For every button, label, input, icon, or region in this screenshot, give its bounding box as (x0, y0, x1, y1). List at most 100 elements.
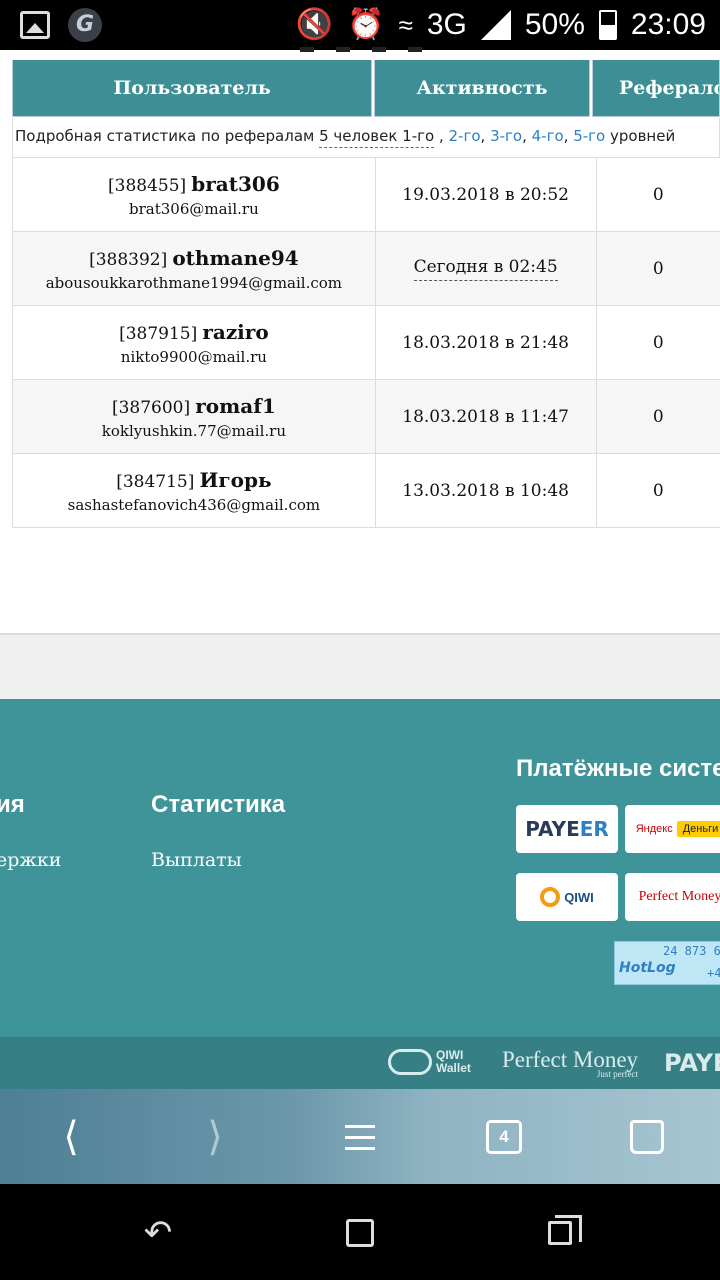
yandex-money-logo[interactable]: Яндекс Деньги (625, 805, 720, 853)
level-3-link[interactable]: 3-го (490, 127, 522, 145)
android-nav-bar: ↶ (0, 1184, 720, 1280)
level-2-link[interactable]: 2-го (449, 127, 481, 145)
footer-payment-systems-heading: Платёжные системы (516, 755, 720, 782)
qiwi-ring-icon (540, 887, 561, 907)
user-email: abousoukkarothmane1994@gmail.com (45, 273, 343, 292)
header-referrals[interactable]: Рефералов (591, 60, 720, 117)
activity-date: 18.03.2018 в 21:48 (402, 332, 569, 353)
stats-prefix: Подробная статистика по рефералам (15, 127, 320, 145)
cut-off-heading (300, 42, 460, 52)
android-recents-icon[interactable] (540, 1215, 582, 1250)
perfect-money-logo[interactable]: Perfect Money (625, 873, 720, 921)
referrals-cell: 0 (595, 306, 720, 379)
referrals-cell: 0 (595, 232, 720, 305)
user-id: [387600] (111, 397, 191, 418)
table-row: [384715] Игорь sashastefanovich436@gmail.… (12, 454, 720, 528)
browser-menu-icon[interactable] (335, 1117, 385, 1157)
user-name[interactable]: romaf1 (195, 394, 276, 418)
user-name[interactable]: othmane94 (172, 246, 298, 270)
browser-home-icon[interactable] (622, 1117, 672, 1157)
user-name[interactable]: raziro (202, 320, 268, 344)
header-activity[interactable]: Активность (374, 60, 590, 117)
user-cell: [388455] brat306 brat306@mail.ru (12, 158, 375, 231)
activity-cell: Сегодня в 02:45 (374, 232, 596, 305)
activity-date: Сегодня в 02:45 (413, 257, 558, 281)
activity-cell: 18.03.2018 в 11:47 (374, 380, 596, 453)
referrals-count: 0 (652, 406, 664, 427)
hotlog-counter[interactable]: 24 873 64 HotLog +4 (614, 941, 720, 985)
referrals-count: 0 (652, 258, 664, 279)
yandex-money-text: Деньги (676, 821, 720, 837)
g-app-notification-icon: G (68, 8, 102, 42)
payeer-logo[interactable]: PAYE ER (516, 805, 618, 853)
qiwi-logo[interactable]: QIWI (516, 873, 618, 921)
signal-icon (480, 10, 511, 40)
user-cell: [388392] othmane94 abousoukkarothmane1994… (12, 232, 375, 305)
user-id: [387915] (119, 323, 198, 344)
user-name[interactable]: brat306 (191, 172, 279, 196)
browser-toolbar: ⟨ ⟩ 4 (0, 1089, 720, 1184)
mute-icon: 🔇 (295, 8, 334, 41)
user-id: [388392] (89, 249, 168, 270)
browser-forward-icon[interactable]: ⟩ (190, 1114, 240, 1160)
qiwi-wallet-text: QIWI Wallet (436, 1048, 471, 1075)
activity-cell: 13.03.2018 в 10:48 (374, 454, 596, 527)
user-email: nikto9900@mail.ru (120, 347, 267, 366)
payeer-bottom-logo: PAYEER (664, 1049, 720, 1077)
user-cell: [387600] romaf1 koklyushkin.77@mail.ru (12, 380, 375, 453)
yandex-text: Яндекс (635, 823, 673, 835)
footer-statistics-heading: Статистика (151, 791, 286, 818)
payeer-text-b: ER (579, 817, 609, 841)
hotlog-count: 24 873 64 (663, 944, 720, 958)
table-row: [387915] raziro nikto9900@mail.ru 18.03.20… (12, 306, 720, 380)
referrals-cell: 0 (595, 454, 720, 527)
activity-date: 18.03.2018 в 11:47 (402, 406, 569, 427)
qiwi-wallet-logo: QIWI Wallet (388, 1049, 471, 1075)
user-id: [384715] (116, 471, 195, 492)
user-cell: [384715] Игорь sashastefanovich436@gmail.… (12, 454, 375, 527)
hotlog-delta: +4 (707, 966, 720, 980)
referrals-cell: 0 (595, 380, 720, 453)
activity-date: 13.03.2018 в 10:48 (402, 480, 569, 501)
perfect-money-bottom-logo: Perfect Money Just perfect (502, 1047, 638, 1079)
gallery-notification-icon (20, 11, 50, 39)
activity-cell: 19.03.2018 в 20:52 (374, 158, 596, 231)
table-row: [388392] othmane94 abousoukkarothmane1994… (12, 232, 720, 306)
referral-table: Пользователь Активность Рефералов Подроб… (12, 60, 720, 528)
qiwi-bubble-icon (388, 1049, 432, 1075)
content-bottom-band (0, 633, 720, 699)
android-back-icon[interactable]: ↶ (138, 1213, 178, 1253)
level-4-link[interactable]: 4-го (532, 127, 564, 145)
network-type: 3G (426, 8, 467, 41)
user-email: koklyushkin.77@mail.ru (101, 421, 286, 440)
qiwi-text: QIWI (564, 889, 594, 905)
footer-support-link[interactable]: ержки (0, 849, 61, 871)
header-user[interactable]: Пользователь (12, 60, 373, 117)
user-id: [388455] (108, 175, 187, 196)
table-row: [387600] romaf1 koklyushkin.77@mail.ru 18.… (12, 380, 720, 454)
level-1-count[interactable]: 5 человек 1-го (319, 127, 435, 148)
user-name[interactable]: Игорь (199, 468, 271, 492)
activity-date: 19.03.2018 в 20:52 (402, 184, 569, 205)
browser-back-icon[interactable]: ⟨ (46, 1114, 96, 1160)
user-email: sashastefanovich436@gmail.com (67, 495, 321, 514)
android-home-icon[interactable] (340, 1216, 380, 1250)
stats-suffix: уровней (605, 127, 676, 145)
referrals-cell: 0 (595, 158, 720, 231)
referrals-count: 0 (652, 184, 664, 205)
browser-tabs-button[interactable]: 4 (479, 1117, 529, 1157)
referral-stats-line: Подробная статистика по рефералам 5 чело… (12, 118, 720, 158)
wifi-icon: ≈ (398, 10, 413, 40)
footer-payouts-link[interactable]: Выплаты (151, 849, 242, 871)
table-row: [388455] brat306 brat306@mail.ru 19.03.201… (12, 158, 720, 232)
table-header: Пользователь Активность Рефералов (12, 60, 720, 117)
alarm-icon: ⏰ (347, 8, 385, 41)
battery-percent: 50% (524, 8, 585, 41)
user-email: brat306@mail.ru (129, 199, 259, 218)
activity-cell: 18.03.2018 в 21:48 (374, 306, 596, 379)
referrals-count: 0 (652, 480, 664, 501)
level-5-link[interactable]: 5-го (573, 127, 605, 145)
footer: ия ержки Статистика Выплаты Платёжные си… (0, 699, 720, 1037)
payeer-text-a: PAYE (525, 817, 580, 841)
tabs-count: 4 (486, 1120, 522, 1154)
